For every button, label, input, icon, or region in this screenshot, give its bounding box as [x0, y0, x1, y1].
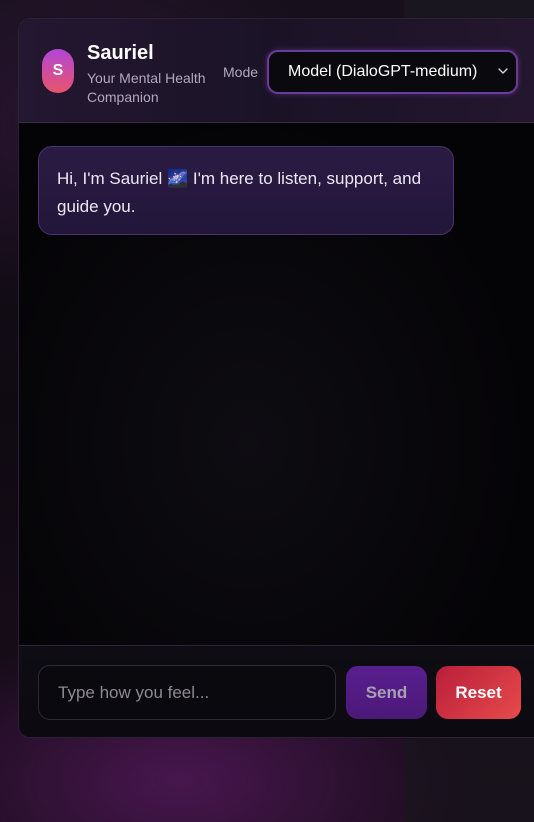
message-list: Hi, I'm Sauriel 🌌 I'm here to listen, su… — [19, 123, 534, 645]
chevron-down-icon — [498, 68, 508, 74]
mode-label: Mode — [223, 64, 259, 80]
chat-panel: S Sauriel Your Mental Health Companion M… — [18, 18, 534, 738]
reset-button[interactable]: Reset — [436, 666, 521, 719]
app-subtitle: Your Mental Health Companion — [87, 70, 206, 105]
app-title: Sauriel — [87, 42, 154, 64]
assistant-message: Hi, I'm Sauriel 🌌 I'm here to listen, su… — [38, 146, 454, 235]
message-input[interactable] — [38, 665, 336, 720]
send-button[interactable]: Send — [346, 666, 427, 719]
chat-header: S Sauriel Your Mental Health Companion M… — [19, 19, 534, 123]
mode-select[interactable]: Model (DialoGPT-medium) — [267, 50, 518, 94]
avatar: S — [42, 49, 74, 93]
mode-select-value: Model (DialoGPT-medium) — [288, 63, 478, 80]
composer: Send Reset — [19, 645, 534, 737]
